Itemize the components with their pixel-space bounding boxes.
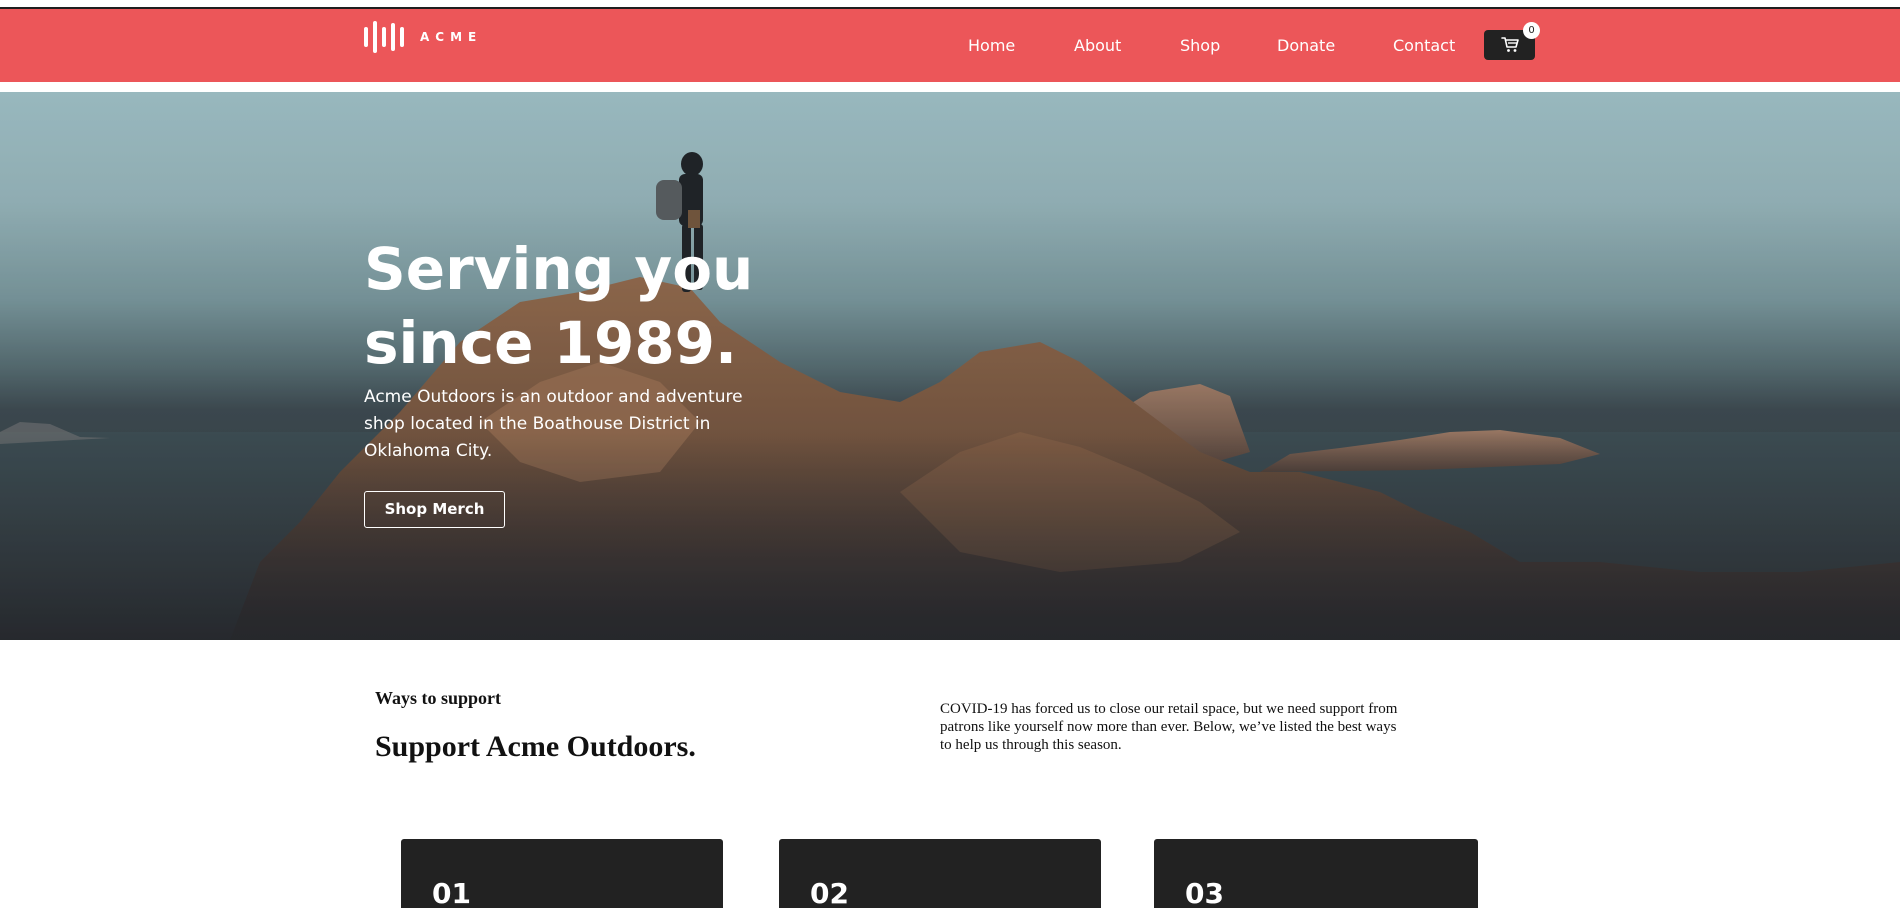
brand-logo[interactable]: ACME	[364, 20, 482, 54]
card-number: 03	[1185, 877, 1224, 908]
nav-home-link[interactable]: Home	[968, 26, 1015, 66]
cart-count-badge: 0	[1523, 22, 1540, 39]
support-eyebrow: Ways to support	[375, 688, 502, 708]
hero-description: Acme Outdoors is an outdoor and adventur…	[364, 387, 743, 461]
brand-name: ACME	[420, 30, 483, 44]
support-description: COVID-19 has forced us to close our reta…	[940, 701, 1398, 753]
hero-landscape-image	[0, 92, 1900, 640]
support-card-1[interactable]: 01	[401, 839, 723, 908]
hero-title: Serving you since 1989.	[364, 235, 754, 377]
support-card-3[interactable]: 03	[1154, 839, 1478, 908]
hero-section: Serving you since 1989. Acme Outdoors is…	[0, 92, 1900, 640]
shop-merch-button[interactable]: Shop Merch	[364, 491, 505, 528]
nav-shop-link[interactable]: Shop	[1180, 26, 1220, 66]
card-number: 02	[810, 877, 849, 908]
nav-contact-link[interactable]: Contact	[1393, 26, 1455, 66]
cart-icon	[1500, 37, 1519, 52]
nav-about-link[interactable]: About	[1074, 26, 1121, 66]
support-card-2[interactable]: 02	[779, 839, 1101, 908]
nav-donate-link[interactable]: Donate	[1277, 26, 1335, 66]
support-title: Support Acme Outdoors.	[375, 730, 696, 763]
site-header	[0, 9, 1900, 82]
card-number: 01	[432, 877, 471, 908]
logo-bars-icon	[364, 20, 404, 54]
